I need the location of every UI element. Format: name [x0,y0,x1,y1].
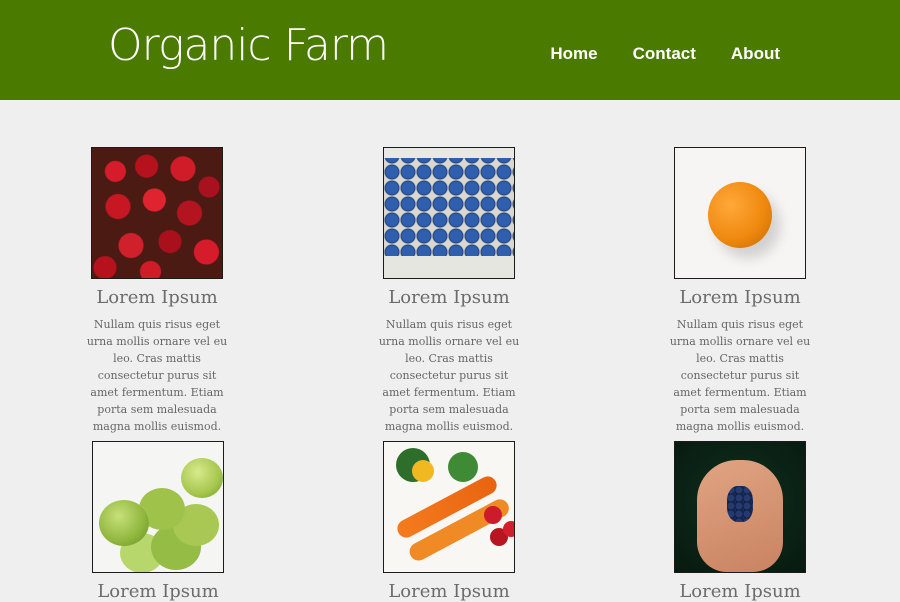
product-card: Lorem Ipsum Nullam quis risus eget urna … [665,147,815,435]
product-image-orange[interactable] [674,147,806,279]
product-title: Lorem Ipsum [97,581,219,602]
product-description: Nullam quis risus eget urna mollis ornar… [86,318,228,433]
product-image-vegetables[interactable] [383,441,515,573]
product-title: Lorem Ipsum [96,287,218,308]
product-card: Lorem Ipsum [83,441,233,602]
product-title: Lorem Ipsum [679,581,801,602]
product-card: Lorem Ipsum Nullam quis risus eget urna … [82,147,232,435]
product-title: Lorem Ipsum [679,287,801,308]
product-card: Lorem Ipsum [374,441,524,602]
product-description: Nullam quis risus eget urna mollis ornar… [378,318,520,433]
site-header: Organic Farm Home Contact About [0,0,900,100]
product-image-green-apples[interactable] [92,441,224,573]
nav-home[interactable]: Home [550,44,597,64]
site-logo[interactable]: Organic Farm [108,20,389,71]
product-title: Lorem Ipsum [388,581,510,602]
product-image-blueberries[interactable] [383,147,515,279]
main-nav: Home Contact About [550,44,780,64]
product-title: Lorem Ipsum [388,287,510,308]
product-card: Lorem Ipsum Nullam quis risus eget urna … [374,147,524,435]
product-card: Lorem Ipsum [665,441,815,602]
product-image-strawberries[interactable] [91,147,223,279]
product-image-hand-with-berries[interactable] [674,441,806,573]
nav-about[interactable]: About [731,44,780,64]
product-description: Nullam quis risus eget urna mollis ornar… [669,318,811,433]
nav-contact[interactable]: Contact [633,44,696,64]
